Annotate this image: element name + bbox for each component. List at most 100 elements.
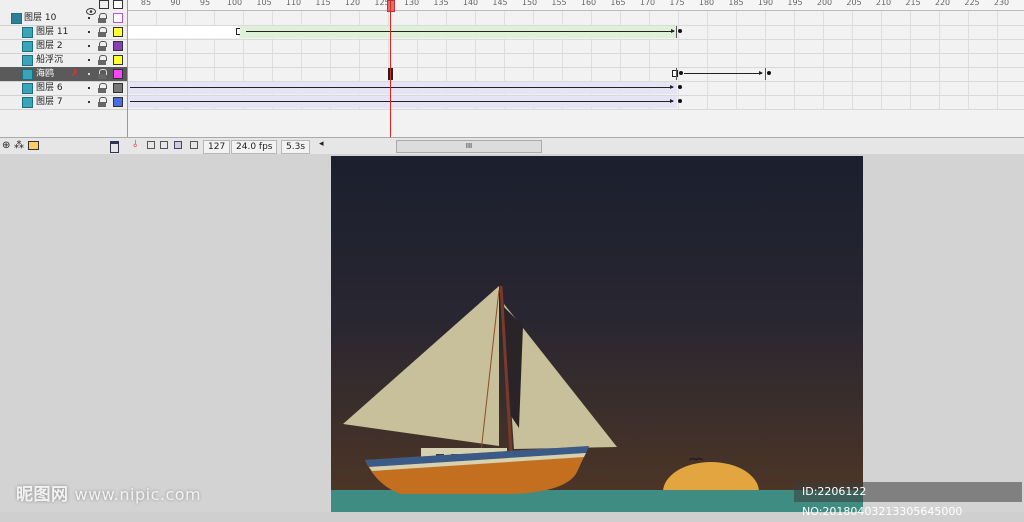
visibility-dot[interactable] (88, 73, 90, 75)
current-frame: 127 (203, 140, 231, 154)
lock-icon[interactable] (98, 41, 107, 51)
ruler-tick-label: 210 (875, 0, 892, 7)
frame-span[interactable] (128, 26, 238, 38)
ruler-tick-label: 160 (580, 0, 597, 7)
frame-span[interactable] (128, 96, 677, 108)
layer-icon (22, 41, 33, 52)
ruler-tick-label: 155 (551, 0, 567, 7)
lock-icon[interactable] (99, 0, 109, 9)
image-id: ID:2206122 NO:20180403213305645000 (794, 482, 1022, 518)
layer-row-boat-float[interactable]: 船浮沉 (0, 53, 127, 68)
ruler-tick-label: 130 (403, 0, 420, 7)
ruler-tick-label: 90 (170, 0, 181, 7)
outline-swatch[interactable] (113, 41, 123, 51)
outline-swatch[interactable] (113, 55, 123, 65)
layer-name: 船浮沉 (36, 55, 64, 65)
frame-ruler[interactable]: 85 90 95 100 105 110 115 120 125 130 135 140 145 150 1… (128, 0, 1024, 11)
lock-icon[interactable] (98, 27, 107, 37)
layer-name: 图层 6 (36, 83, 63, 93)
outline-swatch[interactable] (113, 13, 123, 23)
keyframe[interactable] (767, 71, 771, 75)
elapsed-time: 5.3s (281, 140, 311, 154)
horizontal-scrollbar-thumb[interactable]: III (396, 140, 542, 153)
lock-icon[interactable] (98, 83, 107, 93)
keyframe[interactable] (678, 99, 682, 103)
layer-folder-icon (11, 13, 22, 24)
keyframe[interactable] (678, 29, 682, 33)
scroll-left-icon[interactable]: ◂ (319, 139, 324, 149)
visibility-dot[interactable] (88, 45, 90, 47)
frame-row-7[interactable] (128, 95, 1024, 110)
onion-outline-icon[interactable] (160, 141, 168, 149)
tween-arrow (130, 99, 674, 103)
outline-swatch[interactable] (113, 97, 123, 107)
visibility-dot[interactable] (88, 17, 90, 19)
frame-row-6[interactable] (128, 81, 1024, 96)
eye-icon[interactable] (86, 0, 96, 15)
layer-icon (22, 27, 33, 38)
ruler-tick-label: 200 (816, 0, 833, 7)
outline-swatch[interactable] (113, 69, 123, 79)
ruler-tick-label: 100 (226, 0, 243, 7)
add-guide-icon[interactable]: ⁂ (14, 140, 24, 151)
visibility-dot[interactable] (88, 87, 90, 89)
tween-arrow (130, 85, 674, 89)
layer-icon (22, 83, 33, 94)
stage-area (0, 154, 1024, 512)
stage-canvas[interactable] (331, 156, 863, 512)
frame-row-seagull[interactable] (128, 67, 1024, 82)
timeline-status-bar: ⊕ ⁂ ⫰ 127 24.0 fps 5.3s ◂ III (0, 137, 1024, 155)
keyframe[interactable] (678, 85, 682, 89)
motion-tween-span[interactable] (240, 26, 677, 38)
outline-swatch[interactable] (113, 83, 123, 93)
new-folder-icon[interactable] (28, 141, 39, 150)
visibility-dot[interactable] (88, 31, 90, 33)
playhead[interactable] (390, 0, 391, 137)
center-frame-icon[interactable]: ⫰ (133, 139, 137, 150)
lock-icon[interactable] (98, 13, 107, 23)
layer-row-7[interactable]: 图层 7 (0, 95, 127, 110)
layer-list: 图层 10 图层 11 图层 2 船浮沉 海鸥 ✗ 图层 6 图层 7 (0, 0, 128, 137)
trash-icon[interactable] (110, 141, 119, 153)
tween-arrow (684, 71, 763, 75)
ruler-tick-label: 120 (344, 0, 361, 7)
outline-swatch[interactable] (113, 27, 123, 37)
edit-multiple-frames-icon[interactable] (174, 141, 182, 149)
playhead-handle[interactable] (387, 0, 395, 12)
frame-row-10[interactable] (128, 11, 1024, 26)
layer-row-10[interactable]: 图层 10 (0, 11, 127, 26)
visibility-dot[interactable] (88, 101, 90, 103)
edit-markers-icon[interactable] (190, 141, 198, 149)
ruler-tick-label: 225 (964, 0, 980, 7)
layer-row-6[interactable]: 图层 6 (0, 81, 127, 96)
ruler-tick-label: 220 (934, 0, 951, 7)
lock-icon[interactable] (98, 97, 107, 107)
pencil-disabled-icon: ✗ (71, 68, 80, 79)
ruler-tick-label: 175 (669, 0, 685, 7)
onion-skin-icon[interactable] (147, 141, 155, 149)
outline-icon[interactable] (113, 0, 123, 9)
frame-row-2[interactable] (128, 39, 1024, 54)
ruler-tick-label: 135 (433, 0, 449, 7)
lock-icon[interactable] (98, 69, 107, 79)
frame-rate[interactable]: 24.0 fps (231, 140, 278, 154)
layer-name: 海鸥 (36, 69, 55, 79)
frame-grid[interactable]: 85 90 95 100 105 110 115 120 125 130 135 140 145 150 1… (128, 0, 1024, 137)
layer-row-11[interactable]: 图层 11 (0, 25, 127, 40)
empty-keyframe[interactable] (672, 70, 678, 77)
watermark-site: www.nipic.com (74, 485, 202, 504)
frame-row-11[interactable] (128, 25, 1024, 40)
new-layer-icon[interactable]: ⊕ (2, 140, 10, 151)
watermark-brand: 昵图网 (16, 485, 69, 505)
timeline-panel: 图层 10 图层 11 图层 2 船浮沉 海鸥 ✗ 图层 6 图层 7 85 9… (0, 0, 1024, 155)
visibility-dot[interactable] (88, 59, 90, 61)
layer-icon (22, 55, 33, 66)
layer-row-seagull[interactable]: 海鸥 ✗ (0, 67, 127, 82)
frame-row-boat-float[interactable] (128, 53, 1024, 68)
tween-arrow (246, 29, 675, 33)
layer-row-2[interactable]: 图层 2 (0, 39, 127, 54)
frame-span[interactable] (128, 82, 677, 94)
lock-icon[interactable] (98, 55, 107, 65)
keyframe[interactable] (679, 71, 683, 75)
ruler-tick-label: 185 (728, 0, 744, 7)
